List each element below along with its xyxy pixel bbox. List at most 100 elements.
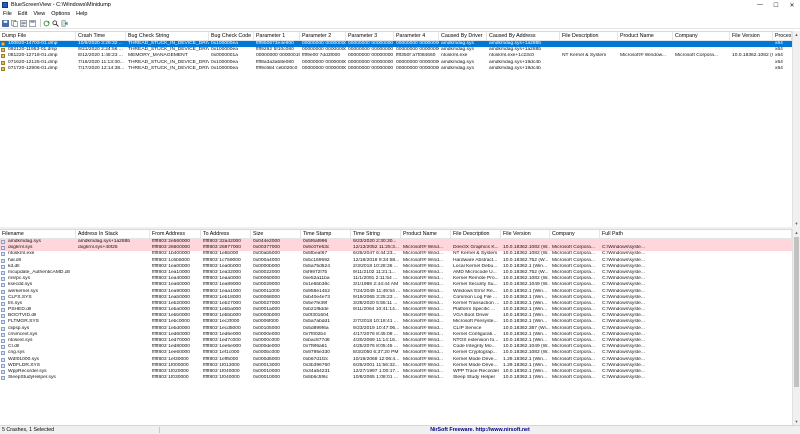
file-icon <box>1 42 5 46</box>
scroll-down-icon[interactable]: ▼ <box>793 418 800 425</box>
file-icon <box>1 277 5 282</box>
file-icon <box>1 363 5 368</box>
cell-parameter-2: 00000000`00000000 <box>302 65 346 71</box>
toolbar <box>0 18 800 29</box>
file-icon <box>1 270 5 275</box>
maximize-button[interactable]: ☐ <box>768 0 784 10</box>
column-header-file-description[interactable]: File Description <box>560 32 618 41</box>
copy-icon[interactable] <box>11 19 18 27</box>
column-header-product-name[interactable]: Product Name <box>618 32 673 41</box>
column-header-time-string[interactable]: Time String <box>351 230 401 239</box>
menu-view[interactable]: View <box>30 11 48 17</box>
menu-help[interactable]: Help <box>73 11 90 17</box>
column-header-file-version[interactable]: File Version <box>730 32 773 41</box>
app-icon <box>2 2 8 8</box>
scrollbar-thumb[interactable] <box>794 237 799 387</box>
file-icon <box>1 320 5 325</box>
scroll-down-icon[interactable]: ▼ <box>793 220 800 227</box>
crash-list-header: Dump File Crash Time Bug Check String Bug C… <box>0 32 792 41</box>
column-header-file-version[interactable]: File Version <box>501 230 550 239</box>
file-icon <box>1 308 5 313</box>
save-icon[interactable] <box>2 19 9 27</box>
column-header-filename[interactable]: Filename <box>0 230 76 239</box>
column-header-parameter-3[interactable]: Parameter 3 <box>346 32 394 41</box>
column-header-company[interactable]: Company <box>550 230 600 239</box>
column-header-dump-file[interactable]: Dump File <box>0 32 76 41</box>
file-icon <box>1 369 5 374</box>
table-row[interactable]: 071720-12906-01.dmp 7/17/2020 12:14:38...… <box>0 66 792 72</box>
file-icon <box>1 60 5 65</box>
file-icon <box>1 252 5 257</box>
column-header-full-path[interactable]: Full Path <box>600 230 792 239</box>
file-icon <box>1 48 5 53</box>
cell-full-path: C:\Windows\syste... <box>602 375 645 381</box>
column-header-caused-by-address[interactable]: Caused By Address <box>487 32 560 41</box>
column-header-size[interactable]: Size <box>251 230 301 239</box>
column-header-bug-check-code[interactable]: Bug Check Code <box>209 32 254 41</box>
html-report-icon[interactable] <box>20 19 27 27</box>
column-header-parameter-4[interactable]: Parameter 4 <box>394 32 439 41</box>
cell-file-description: Sleep Study Helper <box>453 375 496 381</box>
column-header-parameter-1[interactable]: Parameter 1 <box>254 32 300 41</box>
table-row[interactable]: SleepStudyHelper.sys fffff803`1f030000 fff… <box>0 375 792 381</box>
cell-filename: SleepStudyHelper.sys <box>8 375 56 381</box>
driver-list-body: amdkmdag.sys amdkmdag.sys+1a288b fffff803`… <box>0 239 792 381</box>
column-header-address-in-stack[interactable]: Address In Stack <box>76 230 150 239</box>
cell-file-version <box>730 66 773 72</box>
cell-bug-check-code: 0x100000ea <box>211 65 238 71</box>
file-icon <box>1 339 5 343</box>
title-bar: BlueScreenView - C:\Windows\Minidump — ☐… <box>0 0 800 10</box>
file-icon <box>1 264 5 269</box>
file-icon <box>1 345 5 350</box>
column-header-to-address[interactable]: To Address <box>201 230 251 239</box>
column-header-company[interactable]: Company <box>673 32 730 41</box>
menu-options[interactable]: Options <box>48 11 73 17</box>
properties-icon[interactable] <box>29 19 36 27</box>
cell-product-name: Microsoft® Wind... <box>403 375 444 381</box>
find-icon[interactable] <box>52 19 59 27</box>
cell-parameter-1: ffff9c684`ceb020c0 <box>256 65 298 71</box>
file-icon <box>1 314 5 319</box>
refresh-icon[interactable] <box>43 20 50 27</box>
file-icon <box>1 295 5 300</box>
cell-processor: x64 <box>775 65 783 71</box>
menu-bar: File Edit View Options Help <box>0 10 800 18</box>
cell-bug-check-string: THREAD_STUCK_IN_DEVICE_DRIVER <box>128 65 209 71</box>
crash-list-body: 100920-14703-01.dmp 10/9/2020 3:29:32 ...… <box>0 41 792 72</box>
driver-list-header: Filename Address In Stack From Address To A… <box>0 230 792 239</box>
status-bar: 5 Crashes, 1 Selected NirSoft Freeware. … <box>0 425 800 434</box>
file-icon <box>1 54 5 59</box>
cell-from-address: fffff803`1f030000 <box>152 375 189 381</box>
cell-crash-time: 7/17/2020 12:14:38... <box>78 65 125 71</box>
column-header-file-description[interactable]: File Description <box>451 230 501 239</box>
file-icon <box>1 66 5 71</box>
cell-company <box>673 66 730 72</box>
close-button[interactable]: ✕ <box>784 0 800 10</box>
driver-list-scrollbar[interactable]: ▲ ▼ <box>792 229 800 425</box>
scroll-up-icon[interactable]: ▲ <box>793 31 800 38</box>
minimize-button[interactable]: — <box>752 0 768 10</box>
menu-file[interactable]: File <box>0 11 15 17</box>
window-controls: — ☐ ✕ <box>752 0 800 10</box>
column-header-caused-by-driver[interactable]: Caused By Driver <box>439 32 487 41</box>
file-icon <box>1 351 5 356</box>
cell-file-version: 10.0.18362.1 (Win... <box>503 375 548 381</box>
file-icon <box>1 376 5 381</box>
nirsoft-link[interactable]: NirSoft Freeware. http://www.nirsoft.net <box>160 427 800 433</box>
scroll-up-icon[interactable]: ▲ <box>793 229 800 236</box>
menu-edit[interactable]: Edit <box>15 11 30 17</box>
cell-dump-file: 071720-12906-01.dmp <box>8 65 58 71</box>
exit-icon[interactable] <box>61 19 68 27</box>
column-header-time-stamp[interactable]: Time Stamp <box>301 230 351 239</box>
column-header-bug-check-string[interactable]: Bug Check String <box>126 32 209 41</box>
crash-list-scrollbar[interactable]: ▲ ▼ <box>792 31 800 227</box>
driver-list-table: Filename Address In Stack From Address To A… <box>0 229 792 425</box>
cell-parameter-3: 00000000`00000000 <box>348 65 394 71</box>
cell-caused-by-driver: amdkmdag.sys <box>441 65 474 71</box>
column-header-from-address[interactable]: From Address <box>150 230 201 239</box>
column-header-product-name[interactable]: Product Name <box>401 230 451 239</box>
column-header-crash-time[interactable]: Crash Time <box>76 32 126 41</box>
column-header-processor[interactable]: Processor <box>773 32 792 41</box>
file-icon <box>1 240 5 244</box>
column-header-parameter-2[interactable]: Parameter 2 <box>300 32 346 41</box>
